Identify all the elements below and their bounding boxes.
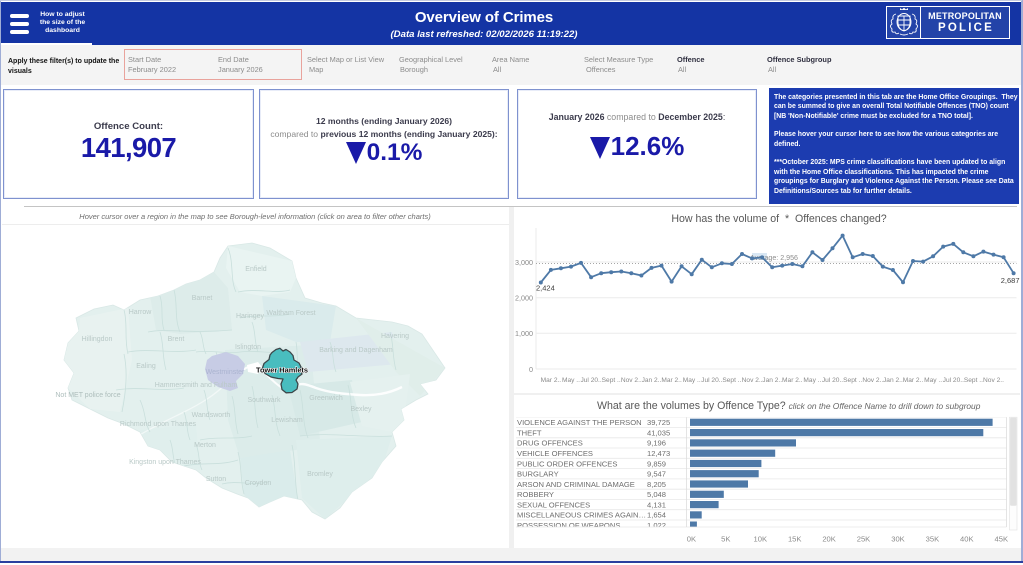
svg-text:1,654: 1,654 — [647, 511, 666, 520]
svg-text:0K: 0K — [687, 535, 696, 544]
svg-text:9,196: 9,196 — [647, 439, 666, 448]
svg-text:Mar 2..: Mar 2.. — [903, 377, 924, 384]
svg-text:2,000: 2,000 — [515, 294, 533, 303]
svg-text:Sutton: Sutton — [206, 476, 226, 483]
svg-text:Jan 2..: Jan 2.. — [642, 377, 662, 384]
svg-text:Waltham Forest: Waltham Forest — [266, 310, 315, 317]
svg-text:MISCELLANEOUS CRIMES AGAIN…: MISCELLANEOUS CRIMES AGAIN… — [517, 511, 646, 520]
svg-text:How has the volume of * Offe: How has the volume of * Offences changed… — [671, 213, 886, 225]
svg-text:2,687: 2,687 — [1001, 276, 1020, 285]
svg-text:THEFT: THEFT — [517, 428, 542, 437]
svg-text:Nov 2..: Nov 2.. — [742, 377, 763, 384]
svg-text:2,424: 2,424 — [536, 284, 555, 293]
svg-text:Nov 2..: Nov 2.. — [983, 377, 1004, 384]
svg-text:10K: 10K — [754, 535, 768, 544]
svg-text:Jul 20..: Jul 20.. — [822, 377, 843, 384]
svg-text:Nov 2..: Nov 2.. — [862, 377, 883, 384]
svg-text:Havering: Havering — [381, 333, 409, 340]
svg-text:May ..: May .. — [683, 377, 701, 384]
svg-text:Nov 2..: Nov 2.. — [621, 377, 642, 384]
svg-text:41,035: 41,035 — [647, 428, 670, 437]
svg-text:30K: 30K — [891, 535, 905, 544]
svg-text:Mar 2..: Mar 2.. — [782, 377, 803, 384]
svg-text:Mar 2..: Mar 2.. — [541, 377, 562, 384]
svg-text:Jul 20..: Jul 20.. — [701, 377, 722, 384]
svg-text:5,048: 5,048 — [647, 490, 666, 499]
svg-text:1,000: 1,000 — [515, 329, 533, 338]
svg-text:DRUG OFFENCES: DRUG OFFENCES — [517, 439, 583, 448]
svg-text:Not MET police force: Not MET police force — [55, 392, 120, 399]
svg-text:Croydon: Croydon — [245, 480, 272, 487]
svg-text:Ealing: Ealing — [136, 363, 156, 370]
svg-text:Sept ..: Sept .. — [722, 377, 741, 384]
svg-text:Enfield: Enfield — [245, 266, 267, 273]
svg-text:8,205: 8,205 — [647, 480, 666, 489]
svg-text:Haringey: Haringey — [236, 313, 265, 320]
svg-text:Islington: Islington — [235, 344, 261, 351]
svg-text:SEXUAL OFFENCES: SEXUAL OFFENCES — [517, 500, 590, 509]
svg-text:Tower Hamlets: Tower Hamlets — [256, 366, 308, 375]
svg-text:Jan 2..: Jan 2.. — [762, 377, 782, 384]
svg-text:BURGLARY: BURGLARY — [517, 470, 559, 479]
svg-text:Bexley: Bexley — [350, 406, 372, 413]
svg-text:Hammersmith and Fulham: Hammersmith and Fulham — [155, 382, 238, 389]
svg-text:12,473: 12,473 — [647, 449, 670, 458]
svg-text:May ..: May .. — [803, 377, 821, 384]
svg-text:Brent: Brent — [168, 336, 185, 343]
svg-text:May ..: May .. — [924, 377, 942, 384]
svg-text:Westminster: Westminster — [206, 369, 245, 376]
svg-text:Wandsworth: Wandsworth — [192, 412, 231, 419]
svg-text:What are the volumes by Offenc: What are the volumes by Offence Type? cl… — [597, 400, 981, 412]
svg-text:Kingston upon Thames: Kingston upon Thames — [129, 459, 201, 466]
svg-text:25K: 25K — [857, 535, 871, 544]
svg-text:Mar 2..: Mar 2.. — [661, 377, 682, 384]
svg-text:15K: 15K — [788, 535, 802, 544]
svg-text:Richmond upon Thames: Richmond upon Thames — [120, 421, 197, 428]
svg-text:ARSON AND CRIMINAL DAMAGE: ARSON AND CRIMINAL DAMAGE — [517, 480, 635, 489]
svg-text:39,725: 39,725 — [647, 418, 670, 427]
svg-text:9,859: 9,859 — [647, 459, 666, 468]
svg-text:Southwark: Southwark — [247, 397, 281, 404]
svg-text:45K: 45K — [995, 535, 1009, 544]
svg-text:May ..: May .. — [562, 377, 580, 384]
svg-text:Jan 2..: Jan 2.. — [883, 377, 903, 384]
svg-text:Sept ..: Sept .. — [843, 377, 862, 384]
svg-text:Barnet: Barnet — [192, 295, 213, 302]
svg-text:Jul 20..: Jul 20.. — [943, 377, 964, 384]
svg-text:Sept ..: Sept .. — [602, 377, 621, 384]
svg-text:20K: 20K — [822, 535, 836, 544]
svg-text:3,000: 3,000 — [515, 258, 533, 267]
svg-text:Jul 20..: Jul 20.. — [580, 377, 601, 384]
svg-text:35K: 35K — [926, 535, 940, 544]
svg-text:Sept ..: Sept .. — [964, 377, 983, 384]
svg-text:Harrow: Harrow — [129, 309, 153, 316]
svg-text:5K: 5K — [721, 535, 730, 544]
svg-text:Bromley: Bromley — [307, 471, 333, 478]
svg-text:Hillingdon: Hillingdon — [82, 336, 113, 343]
svg-text:Merton: Merton — [194, 442, 216, 449]
svg-text:0: 0 — [529, 365, 533, 374]
svg-text:VIOLENCE AGAINST THE PERSON: VIOLENCE AGAINST THE PERSON — [517, 418, 642, 427]
svg-text:40K: 40K — [960, 535, 974, 544]
svg-text:9,547: 9,547 — [647, 470, 666, 479]
svg-text:Greenwich: Greenwich — [309, 395, 343, 402]
svg-text:ROBBERY: ROBBERY — [517, 490, 554, 499]
svg-text:VEHICLE OFFENCES: VEHICLE OFFENCES — [517, 449, 593, 458]
svg-text:Lewisham: Lewisham — [271, 417, 303, 424]
svg-text:Barking and Dagenham: Barking and Dagenham — [319, 347, 393, 354]
svg-text:PUBLIC ORDER OFFENCES: PUBLIC ORDER OFFENCES — [517, 459, 617, 468]
svg-text:4,131: 4,131 — [647, 500, 666, 509]
